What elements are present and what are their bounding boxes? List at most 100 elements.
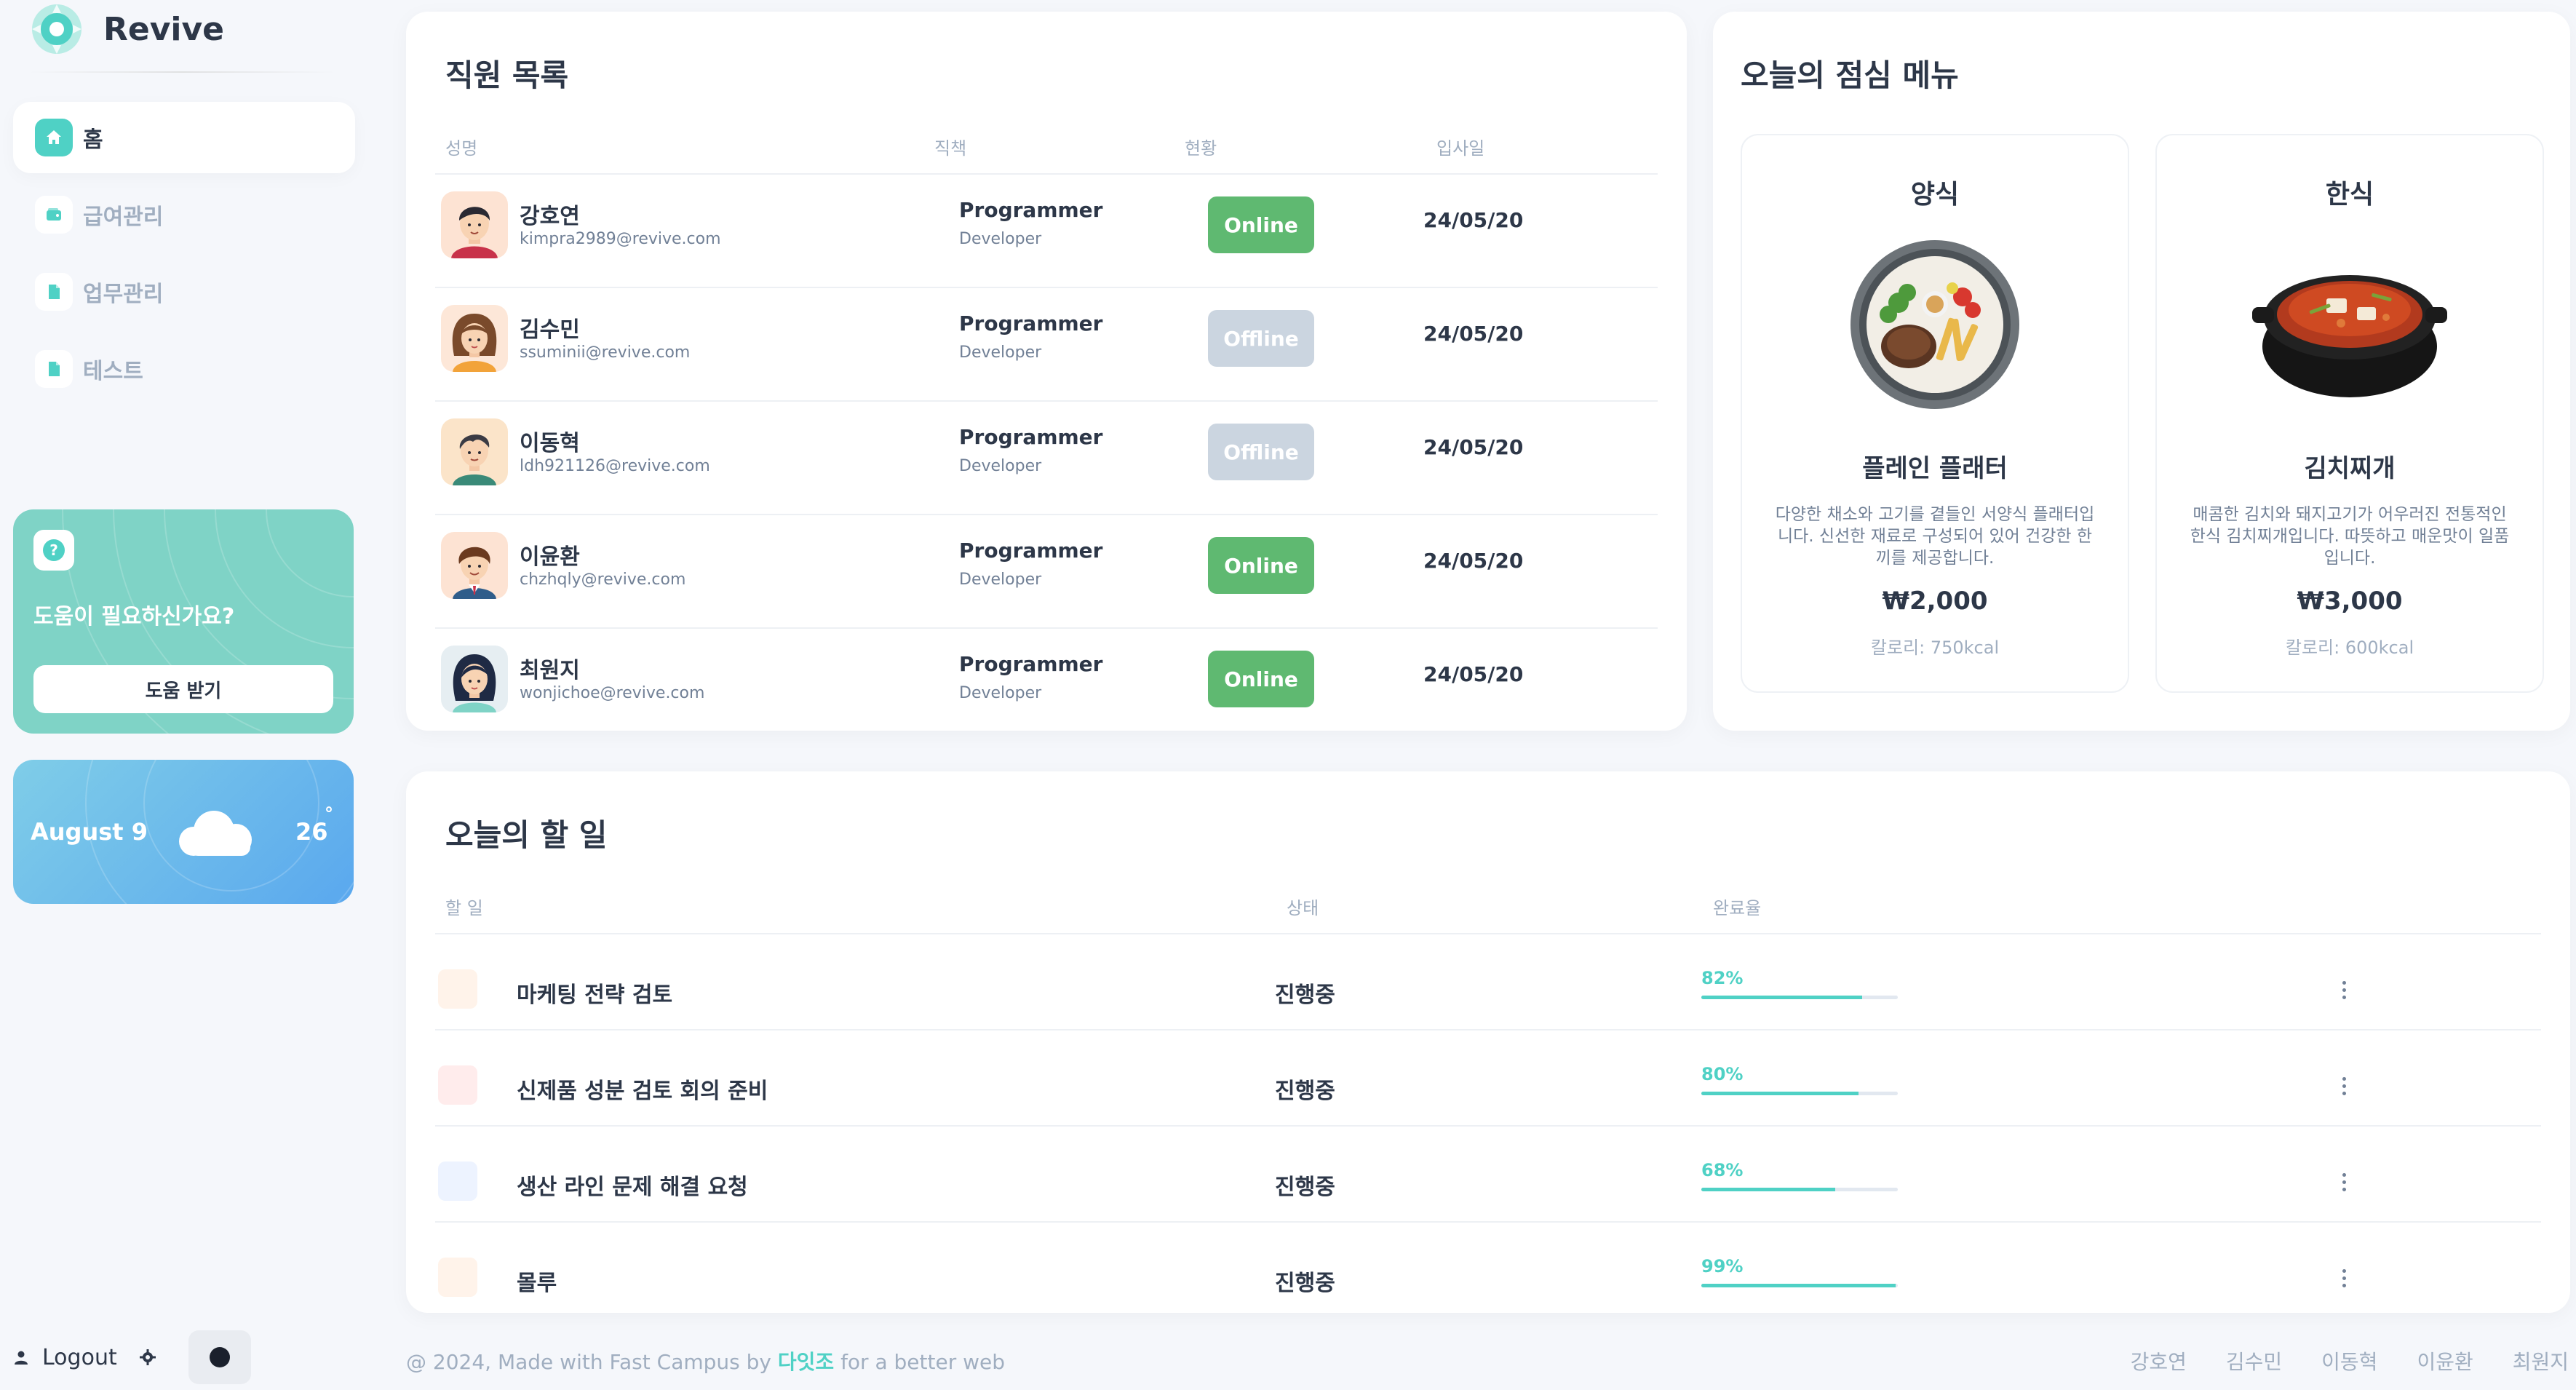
sidebar-item-payroll[interactable]: 급여관리 bbox=[13, 179, 355, 250]
sidebar-item-home[interactable]: 홈 bbox=[13, 102, 355, 173]
column-header-task: 할 일 bbox=[445, 898, 483, 918]
weather-date: August 9 bbox=[31, 818, 148, 846]
task-name: 마케팅 전략 검토 bbox=[517, 982, 673, 1008]
more-options-icon[interactable] bbox=[2333, 972, 2355, 1007]
footer-credit: @ 2024, Made with Fast Campus by 다잇조 for… bbox=[406, 1346, 1005, 1375]
employee-name: 이윤환 bbox=[520, 544, 580, 570]
employee-join-date: 24/05/20 bbox=[1423, 322, 1524, 346]
avatar bbox=[441, 646, 508, 712]
employee-email: kimpra2989@revive.com bbox=[520, 230, 721, 248]
revive-logo-icon bbox=[32, 4, 82, 54]
progress-bar bbox=[1701, 1188, 1898, 1191]
footer-link[interactable]: 강호연 bbox=[2131, 1346, 2187, 1375]
employee-role: Programmer bbox=[959, 652, 1103, 676]
menu-name: 김치찌개 bbox=[2304, 454, 2396, 483]
user-icon bbox=[15, 1351, 28, 1365]
status-badge: Offline bbox=[1208, 310, 1314, 367]
menu-price: ₩3,000 bbox=[2297, 587, 2403, 616]
status-badge: Online bbox=[1208, 651, 1314, 707]
task-color-marker bbox=[438, 1258, 477, 1297]
sidebar-item-test[interactable]: 테스트 bbox=[13, 333, 355, 405]
employee-join-date: 24/05/20 bbox=[1423, 662, 1524, 686]
footer-link[interactable]: 이동혁 bbox=[2321, 1346, 2377, 1375]
table-row[interactable]: 김수민 ssuminii@revive.com Programmer Devel… bbox=[441, 288, 1649, 400]
employee-name: 김수민 bbox=[520, 317, 580, 343]
employee-role: Programmer bbox=[959, 198, 1103, 222]
todo-row[interactable]: 생산 라인 문제 해결 요청 진행중 68% bbox=[435, 1135, 2545, 1231]
sidebar-divider bbox=[29, 71, 335, 73]
task-progress-label: 68% bbox=[1701, 1160, 1744, 1180]
progress-bar-fill bbox=[1701, 1092, 1859, 1095]
sidebar-item-label: 테스트 bbox=[83, 359, 143, 384]
more-options-icon[interactable] bbox=[2333, 1068, 2355, 1103]
table-divider bbox=[435, 1125, 2541, 1127]
svg-text:?: ? bbox=[49, 541, 58, 559]
employee-role: Programmer bbox=[959, 311, 1103, 335]
menu-item-korean[interactable]: 한식 김치찌개 매콤한 김치와 돼지고기가 어우러진 전통적인 한식 김치찌개입… bbox=[2155, 134, 2544, 693]
document-icon bbox=[35, 350, 73, 388]
status-badge: Offline bbox=[1208, 424, 1314, 480]
footer-author-link[interactable]: 다잇조 bbox=[778, 1350, 834, 1374]
sidebar-bottom: Logout bbox=[13, 1330, 251, 1384]
task-state: 진행중 bbox=[1275, 1271, 1335, 1296]
table-row[interactable]: 이동혁 ldh921126@revive.com Programmer Deve… bbox=[441, 402, 1649, 514]
task-color-marker bbox=[438, 969, 477, 1009]
dark-mode-toggle[interactable] bbox=[188, 1330, 251, 1384]
gear-icon[interactable] bbox=[139, 1349, 156, 1366]
table-divider bbox=[435, 1029, 2541, 1030]
task-color-marker bbox=[438, 1161, 477, 1201]
menu-category: 한식 bbox=[2325, 180, 2374, 210]
logout-button[interactable]: Logout bbox=[42, 1345, 117, 1370]
employee-name: 이동혁 bbox=[520, 431, 580, 456]
todo-row[interactable]: 마케팅 전략 검토 진행중 82% bbox=[435, 943, 2545, 1039]
footer-link[interactable]: 이윤환 bbox=[2417, 1346, 2473, 1375]
progress-bar bbox=[1701, 996, 1898, 999]
more-options-icon[interactable] bbox=[2333, 1164, 2355, 1199]
cloud-icon bbox=[179, 811, 252, 856]
task-state: 진행중 bbox=[1275, 982, 1335, 1008]
todo-row[interactable]: 몰루 진행중 99% bbox=[435, 1231, 2545, 1327]
weather-degree-symbol: ° bbox=[325, 803, 333, 824]
employee-department: Developer bbox=[959, 457, 1042, 475]
task-color-marker bbox=[438, 1065, 477, 1105]
footer-links: 강호연 김수민 이동혁 이윤환 최원지 bbox=[2131, 1346, 2569, 1375]
table-row[interactable]: 강호연 kimpra2989@revive.com Programmer Dev… bbox=[441, 175, 1649, 287]
home-icon bbox=[35, 119, 73, 156]
task-name: 몰루 bbox=[517, 1271, 557, 1296]
get-help-button[interactable]: 도움 받기 bbox=[33, 665, 333, 713]
todo-row[interactable]: 신제품 성분 검토 회의 준비 진행중 80% bbox=[435, 1039, 2545, 1135]
avatar bbox=[441, 305, 508, 372]
menu-calories: 칼로리: 750kcal bbox=[1870, 638, 2000, 658]
task-state: 진행중 bbox=[1275, 1175, 1335, 1200]
progress-bar-fill bbox=[1701, 1188, 1835, 1191]
employee-list-title: 직원 목록 bbox=[445, 57, 569, 93]
employee-role: Programmer bbox=[959, 539, 1103, 563]
brand[interactable]: Revive bbox=[29, 1, 224, 57]
employee-role: Programmer bbox=[959, 425, 1103, 449]
employee-department: Developer bbox=[959, 230, 1042, 248]
employee-name: 강호연 bbox=[520, 204, 580, 229]
table-row[interactable]: 이윤환 chzhqly@revive.com Programmer Develo… bbox=[441, 515, 1649, 627]
column-header-status: 현황 bbox=[1185, 138, 1217, 159]
sidebar-item-tasks[interactable]: 업무관리 bbox=[13, 256, 355, 327]
more-options-icon[interactable] bbox=[2333, 1260, 2355, 1295]
employee-department: Developer bbox=[959, 684, 1042, 702]
status-badge: Online bbox=[1208, 196, 1314, 253]
column-header-joined: 입사일 bbox=[1436, 138, 1485, 159]
footer-link[interactable]: 최원지 bbox=[2513, 1346, 2569, 1375]
task-state: 진행중 bbox=[1275, 1079, 1335, 1104]
brand-name: Revive bbox=[103, 10, 225, 48]
task-name: 생산 라인 문제 해결 요청 bbox=[517, 1175, 748, 1200]
table-row[interactable]: 최원지 wonjichoe@revive.com Programmer Deve… bbox=[441, 629, 1649, 741]
lunch-menu-title: 오늘의 점심 메뉴 bbox=[1741, 57, 1959, 93]
menu-item-western[interactable]: 양식 플레인 플래터 다양한 채소와 고기를 곁들인 서양식 플래터입니다. 신… bbox=[1741, 134, 2129, 693]
employee-email: ldh921126@revive.com bbox=[520, 457, 710, 475]
footer-link[interactable]: 김수민 bbox=[2226, 1346, 2282, 1375]
status-badge: Online bbox=[1208, 537, 1314, 594]
sidebar-item-label: 업무관리 bbox=[83, 282, 164, 307]
employee-email: ssuminii@revive.com bbox=[520, 343, 691, 362]
table-divider bbox=[435, 933, 2541, 934]
employee-join-date: 24/05/20 bbox=[1423, 435, 1524, 459]
task-name: 신제품 성분 검토 회의 준비 bbox=[517, 1079, 768, 1104]
weather-widget: August 9 26 ° bbox=[13, 760, 354, 904]
